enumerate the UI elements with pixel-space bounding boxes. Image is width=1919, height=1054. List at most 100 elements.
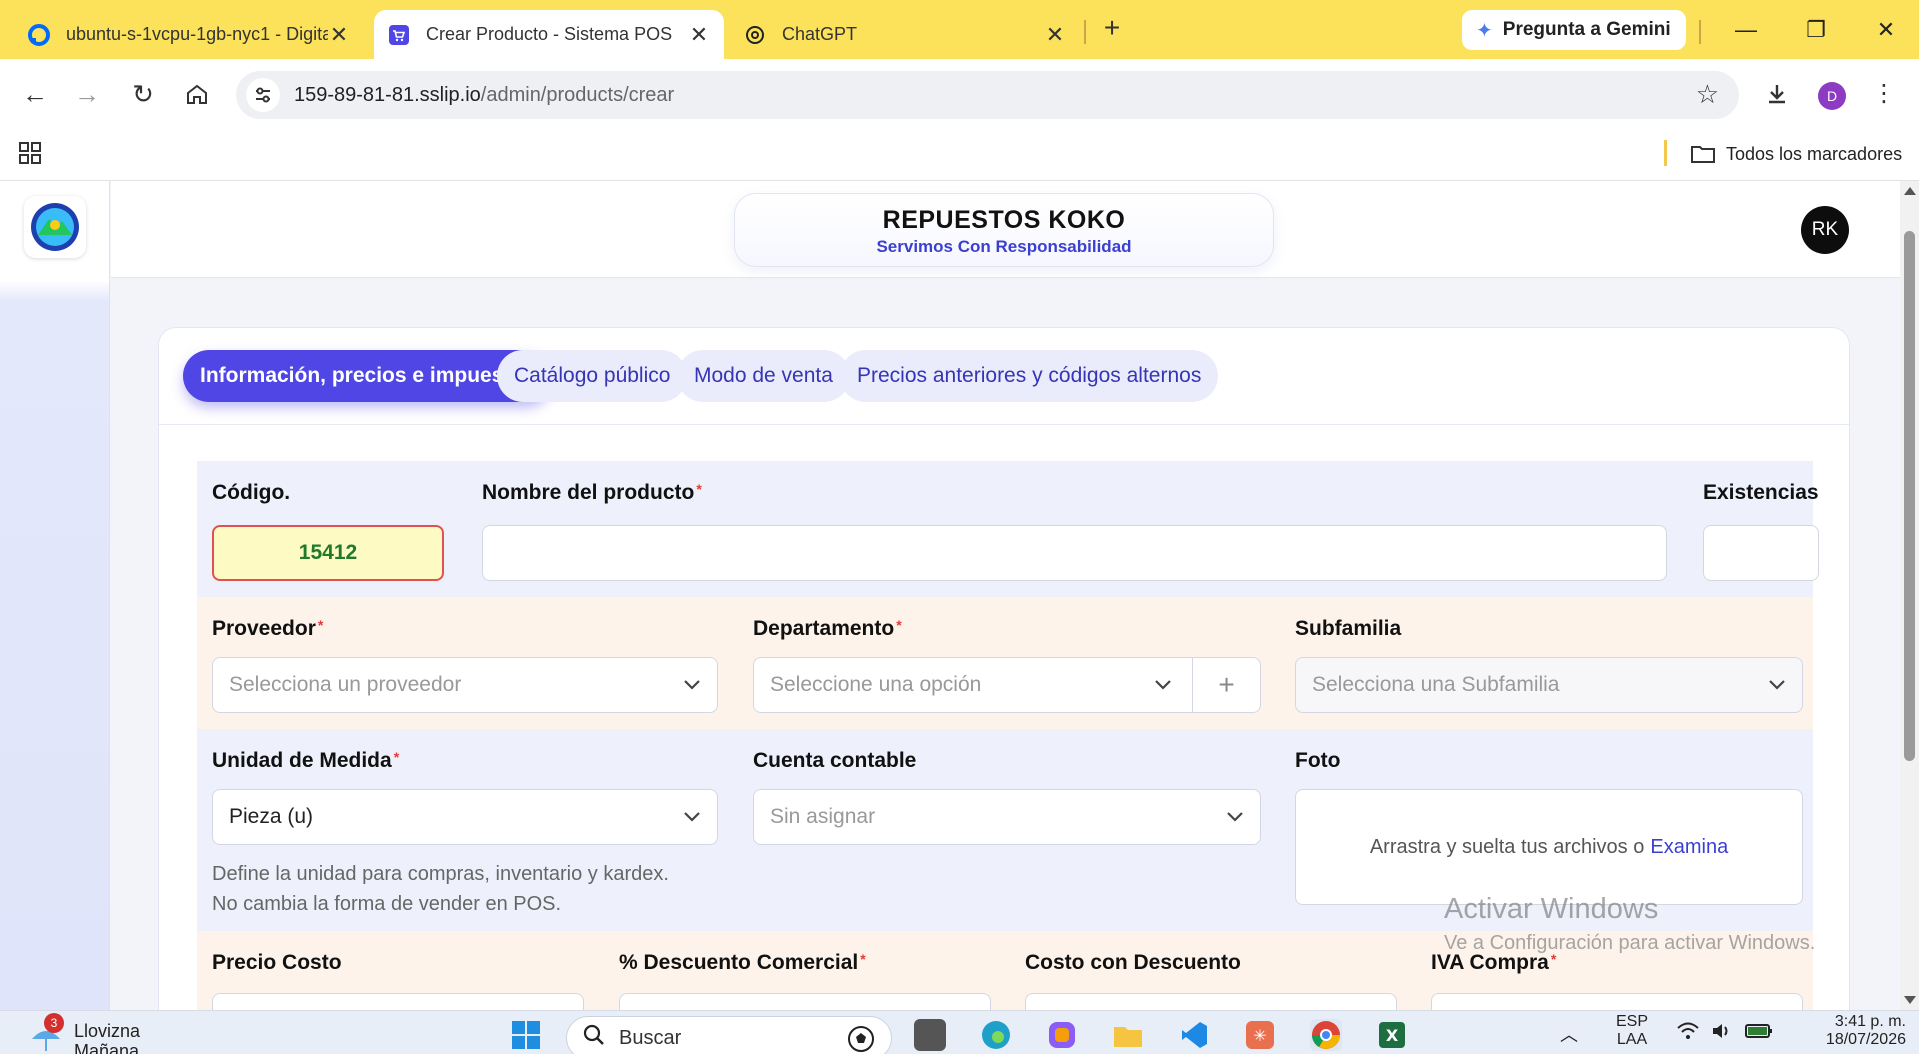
company-logo[interactable] (24, 196, 86, 258)
logo-emblem-icon (31, 203, 79, 251)
required-mark: * (896, 617, 902, 633)
descuento-input[interactable] (619, 993, 991, 1010)
departamento-select[interactable]: Seleccione una opción + (753, 657, 1261, 713)
brand-badge: REPUESTOS KOKO Servimos Con Responsabili… (734, 193, 1274, 267)
foto-dropzone[interactable]: Arrastra y suelta tus archivos o Examina (1295, 789, 1803, 905)
taskbar-search[interactable]: Buscar (566, 1016, 892, 1054)
digitalocean-icon (28, 23, 50, 46)
subfamilia-label: Subfamilia (1295, 617, 1402, 640)
page-scrollbar[interactable] (1900, 181, 1919, 1010)
chevron-down-icon (1227, 812, 1243, 822)
menu-kebab-icon[interactable]: ⋮ (1872, 77, 1896, 111)
unidad-select[interactable]: Pieza (u) (212, 789, 718, 845)
required-mark: * (317, 617, 324, 633)
clock[interactable]: 3:41 p. m. 18/07/2026 (1796, 1013, 1906, 1049)
excel-icon[interactable]: X (1376, 1019, 1408, 1051)
required-mark: * (393, 749, 400, 765)
close-tab-icon[interactable]: ✕ (688, 22, 710, 48)
brand-slogan: Servimos Con Responsabilidad (876, 237, 1132, 256)
examina-link[interactable]: Examina (1650, 836, 1728, 859)
browser-toolbar: ← → ↻ 159-89-81-81.sslip.io/admin/produc… (0, 59, 1919, 130)
wifi-icon[interactable] (1676, 1021, 1700, 1046)
speaker-icon[interactable] (1710, 1021, 1734, 1046)
url-text: 159-89-81-81.sslip.io/admin/products/cre… (294, 84, 674, 107)
browser-tab-crear-producto[interactable]: Crear Producto - Sistema POS ✕ (374, 10, 724, 59)
file-explorer-icon[interactable] (1112, 1019, 1144, 1051)
brand-name: REPUESTOS KOKO (882, 206, 1126, 234)
chatgpt-icon (744, 24, 766, 46)
nombre-input[interactable] (482, 525, 1667, 581)
home-icon[interactable] (180, 77, 214, 111)
codigo-input[interactable]: 15412 (212, 525, 444, 581)
close-window-icon[interactable]: ✕ (1866, 12, 1906, 48)
windows-taskbar: 3 Llovizna Mañana Buscar ✳ X ︿ ESP LAA 3:4… (0, 1010, 1919, 1054)
minimize-icon[interactable]: — (1726, 12, 1766, 48)
subfamilia-select[interactable]: Selecciona una Subfamilia (1295, 657, 1803, 713)
claude-icon[interactable]: ✳ (1244, 1019, 1276, 1051)
existencias-input[interactable] (1703, 525, 1819, 581)
cuenta-select[interactable]: Sin asignar (753, 789, 1261, 845)
precio-costo-input[interactable] (212, 993, 584, 1010)
app-header: REPUESTOS KOKO Servimos Con Responsabili… (111, 181, 1900, 278)
tab-modo-venta[interactable]: Modo de venta (677, 350, 850, 402)
costo-descuento-label: Costo con Descuento (1025, 951, 1241, 974)
weather-badge: 3 (44, 1013, 64, 1033)
search-placeholder: Buscar (619, 1026, 682, 1049)
required-mark: * (696, 481, 702, 497)
task-view-icon[interactable] (914, 1019, 946, 1051)
bookmarks-separator (1664, 140, 1667, 166)
download-icon[interactable] (1760, 77, 1794, 111)
language-indicator[interactable]: ESP LAA (1616, 1013, 1648, 1049)
battery-icon[interactable] (1744, 1021, 1774, 1046)
add-departamento-plus-icon[interactable]: + (1192, 657, 1260, 713)
chevron-down-icon (1155, 680, 1171, 690)
search-icon (583, 1024, 605, 1052)
dropzone-text: Arrastra y suelta tus archivos o (1369, 835, 1645, 858)
close-tab-icon[interactable]: ✕ (1044, 22, 1066, 48)
cuenta-label: Cuenta contable (753, 749, 917, 772)
url-host: 159-89-81-81.sslip.io (294, 83, 481, 106)
all-bookmarks-button[interactable]: Todos los marcadores (1690, 140, 1902, 168)
address-bar[interactable]: 159-89-81-81.sslip.io/admin/products/cre… (236, 71, 1739, 119)
proveedor-select[interactable]: Selecciona un proveedor (212, 657, 718, 713)
chrome-icon[interactable] (1310, 1019, 1342, 1051)
weather-widget[interactable]: 3 Llovizna Mañana (30, 1013, 140, 1054)
chevron-down-icon (684, 812, 700, 822)
tab-title: Crear Producto - Sistema POS (426, 24, 673, 44)
required-mark: * (860, 951, 866, 967)
vscode-icon[interactable] (1178, 1019, 1210, 1051)
site-settings-icon[interactable] (246, 78, 280, 112)
folder-icon (1690, 144, 1716, 164)
costo-descuento-input[interactable] (1025, 993, 1397, 1010)
scrollbar-thumb[interactable] (1904, 231, 1915, 761)
new-tab-plus-icon[interactable]: + (1097, 14, 1127, 44)
scroll-down-arrow-icon[interactable] (1904, 996, 1916, 1004)
close-tab-icon[interactable]: ✕ (328, 22, 350, 48)
browser-tab-digitalocean[interactable]: ubuntu-s-1vcpu-1gb-nyc1 - DigitalOcean ✕ (14, 10, 364, 59)
bookmark-star-icon[interactable]: ☆ (1696, 79, 1719, 110)
browser-tab-strip: ubuntu-s-1vcpu-1gb-nyc1 - DigitalOcean ✕… (0, 0, 1919, 59)
tab-catalogo-publico[interactable]: Catálogo público (497, 350, 688, 402)
scroll-up-arrow-icon[interactable] (1904, 187, 1916, 195)
row-codigo-nombre: Código. 15412 Nombre del producto * Exist… (197, 461, 1819, 597)
tray-chevron-up-icon[interactable]: ︿ (1560, 1021, 1578, 1047)
iva-compra-input[interactable] (1431, 993, 1803, 1010)
row-proveedor: Proveedor * Selecciona un proveedor Depar… (197, 597, 1813, 729)
browser-tab-chatgpt[interactable]: ChatGPT ✕ (730, 10, 1080, 59)
precio-costo-label: Precio Costo (212, 951, 342, 974)
tab-precios-anteriores[interactable]: Precios anteriores y códigos alternos (840, 350, 1219, 402)
tab-separator (1084, 20, 1086, 44)
forward-arrow-icon[interactable]: → (70, 77, 104, 111)
profile-avatar[interactable]: D (1818, 82, 1846, 110)
reload-icon[interactable]: ↻ (126, 77, 160, 111)
gemini-sparkle-icon: ✦ (1476, 19, 1493, 42)
svg-text:X: X (1386, 1026, 1399, 1045)
windows-start-icon[interactable] (510, 1019, 542, 1051)
apps-grid-icon[interactable] (18, 141, 42, 165)
restore-icon[interactable]: ❐ (1796, 12, 1836, 48)
copilot-icon[interactable] (1046, 1019, 1078, 1051)
back-arrow-icon[interactable]: ← (18, 77, 52, 111)
user-avatar[interactable]: RK (1801, 206, 1849, 254)
edge-browser-icon[interactable] (980, 1019, 1012, 1051)
gemini-button[interactable]: ✦ Pregunta a Gemini (1462, 10, 1686, 50)
